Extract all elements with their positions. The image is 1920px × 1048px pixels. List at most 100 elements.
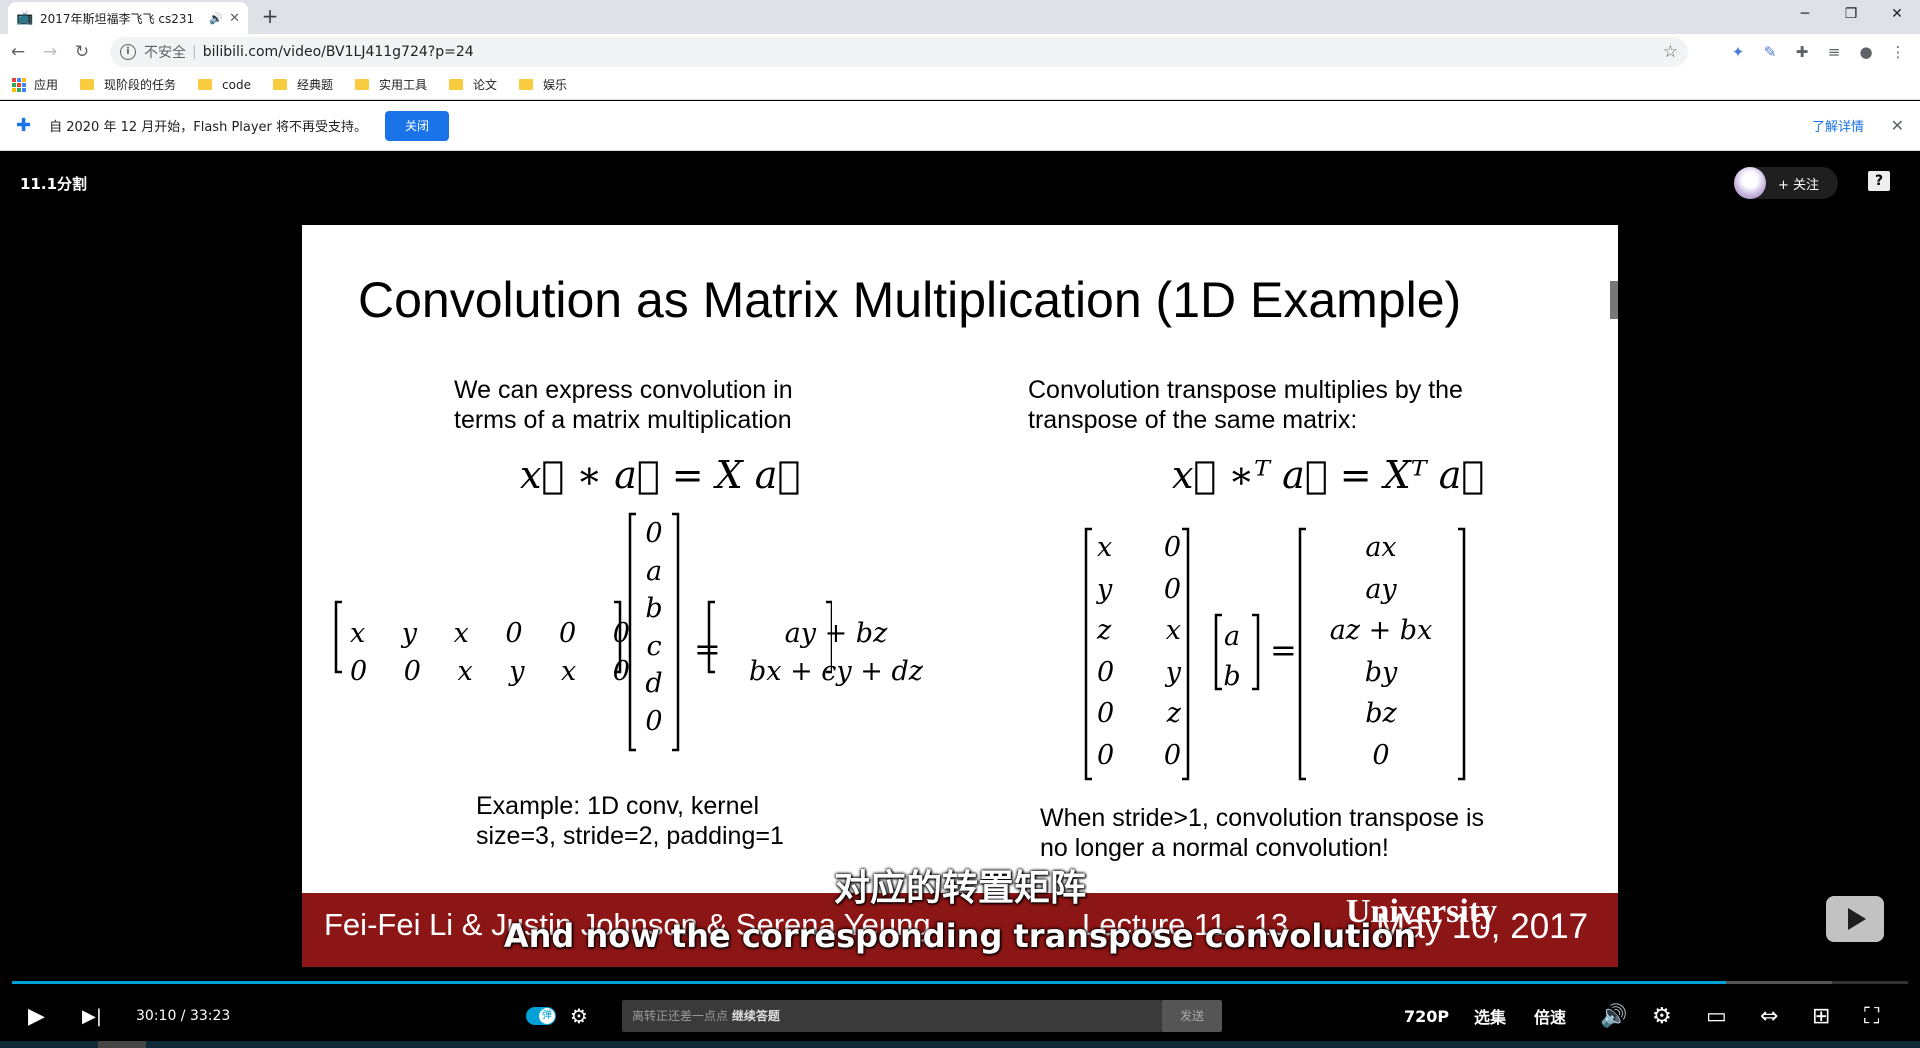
danmaku-input[interactable]: 离转正还差一点点 继续答题 — [622, 1000, 1162, 1032]
right-equation: x⃗ ∗ᵀ a⃗ = Xᵀ a⃗ — [1172, 453, 1485, 497]
bookmarks-bar: 应用 现阶段的任务 code 经典题 实用工具 论文 娱乐 — [0, 70, 1920, 100]
reading-list-icon[interactable]: ≡ — [1818, 43, 1850, 61]
danmaku-toggle[interactable] — [526, 1007, 556, 1025]
infobar-close-button[interactable]: 关闭 — [385, 110, 450, 141]
control-bar: ▶ ▶| 30:10 / 33:23 ⚙ 离转正还差一点点 继续答题 发送 72… — [0, 991, 1920, 1041]
settings-gear-icon[interactable]: ⚙ — [1652, 1004, 1672, 1029]
slide-title: Convolution as Matrix Multiplication (1D… — [358, 272, 1462, 328]
follow-button[interactable]: + 关注 — [1734, 167, 1838, 199]
bookmark-label: 娱乐 — [543, 78, 568, 92]
vector-cell: 0 — [645, 705, 663, 737]
danmaku-send-button[interactable]: 发送 — [1162, 1000, 1222, 1032]
folder-icon — [198, 79, 213, 90]
matrix-row: y0 — [1097, 569, 1181, 611]
minimize-button[interactable]: ─ — [1782, 0, 1828, 30]
matrix-cell: 0 — [505, 618, 523, 649]
video-frame[interactable]: Convolution as Matrix Multiplication (1D… — [302, 225, 1618, 967]
matrix-cell: x — [457, 656, 473, 687]
close-window-button[interactable]: ✕ — [1874, 0, 1920, 30]
right-matrix: x0 y0 zx 0y 0z 00 — [1097, 527, 1181, 776]
matrix-cell: 0 — [1163, 573, 1181, 605]
bookmark-apps[interactable]: 应用 — [12, 76, 58, 93]
matrix-cell: 0 — [559, 618, 577, 649]
speaker-icon[interactable]: 🔊 — [209, 12, 223, 25]
help-icon[interactable]: ? — [1868, 171, 1890, 191]
bookmark-folder[interactable]: 经典题 — [272, 76, 333, 93]
volume-icon[interactable]: 🔊 — [1600, 1004, 1627, 1029]
result-cell: ay — [1365, 573, 1397, 605]
danmaku-hint-action[interactable]: 继续答题 — [732, 1009, 780, 1023]
uploader-avatar[interactable] — [1734, 167, 1766, 199]
bookmark-folder[interactable]: 论文 — [449, 76, 497, 93]
matrix-cell: y — [1165, 656, 1181, 688]
result-cell: 0 — [1372, 739, 1390, 771]
web-fullscreen-icon[interactable]: ⊞ — [1812, 1004, 1830, 1029]
episodes-button[interactable]: 选集 — [1474, 1004, 1506, 1028]
restore-button[interactable]: ❐ — [1828, 0, 1874, 30]
forward-icon[interactable]: → — [36, 38, 64, 66]
right-result: ax ay az + bx by bz 0 — [1306, 527, 1456, 776]
matrix-cell: x — [561, 656, 577, 687]
reload-icon[interactable]: ↻ — [68, 38, 96, 66]
matrix-cell: x — [1165, 615, 1181, 646]
close-tab-icon[interactable]: ✕ — [229, 11, 240, 26]
bookmark-folder[interactable]: 娱乐 — [519, 76, 567, 93]
vector-cell: b — [1223, 661, 1241, 692]
video-player[interactable]: 11.1分割 + 关注 ? Convolution as Matrix Mult… — [0, 151, 1920, 1048]
text-line: size=3, stride=2, padding=1 — [476, 822, 784, 850]
quality-button[interactable]: 720P — [1404, 1007, 1449, 1026]
infobar-dismiss-icon[interactable]: ✕ — [1891, 116, 1904, 135]
new-tab-button[interactable]: + — [258, 5, 282, 29]
bookmark-folder[interactable]: code — [198, 78, 251, 92]
extension-icon-2[interactable]: ✎ — [1754, 43, 1786, 61]
fullscreen-icon[interactable]: ⛶ — [1864, 1004, 1879, 1029]
tab-strip: 📺 2017年斯坦福李飞飞 cs231 🔊 ✕ + ─ ❐ ✕ — [0, 0, 1920, 34]
bookmark-folder[interactable]: 现阶段的任务 — [80, 76, 176, 93]
extension-icon-1[interactable]: ✦ — [1722, 43, 1754, 61]
next-icon[interactable]: ▶| — [82, 1006, 102, 1027]
picture-in-picture-icon[interactable]: ▭ — [1706, 1004, 1727, 1029]
folder-icon — [272, 79, 287, 90]
vector-cell: a — [1223, 621, 1241, 652]
mini-player-icon[interactable] — [1826, 896, 1884, 942]
danmaku-settings-icon[interactable]: ⚙ — [570, 1004, 588, 1028]
url-text[interactable]: bilibili.com/video/BV1LJ411g724?p=24 — [203, 44, 474, 60]
bottom-strip — [0, 1041, 1920, 1048]
text-line: When stride>1, convolution transpose is — [1040, 804, 1484, 832]
vector-cell: b — [645, 593, 663, 624]
extensions-puzzle-icon[interactable]: ✚ — [1786, 43, 1818, 61]
text-line: terms of a matrix multiplication — [454, 406, 792, 434]
matrix-cell: 0 — [1163, 532, 1181, 563]
speed-button[interactable]: 倍速 — [1534, 1004, 1566, 1028]
subtitle-english: And now the corresponding transpose conv… — [503, 917, 1417, 955]
text-line: transpose of the same matrix: — [1028, 406, 1358, 434]
bookmark-label: code — [222, 77, 251, 92]
left-matrix: x y x 0 0 0 0 0 x y x 0 — [350, 615, 630, 691]
text-line: Example: 1D conv, kernel — [476, 792, 759, 820]
progress-bar[interactable] — [12, 981, 1908, 984]
bookmark-folder[interactable]: 实用工具 — [355, 76, 427, 93]
folder-icon — [80, 79, 95, 90]
bookmark-label: 实用工具 — [379, 78, 428, 92]
info-icon[interactable]: i — [120, 44, 136, 60]
address-bar[interactable]: i 不安全 | bilibili.com/video/BV1LJ411g724?… — [110, 37, 1688, 67]
learn-more-link[interactable]: 了解详情 — [1812, 116, 1864, 135]
browser-tab[interactable]: 📺 2017年斯坦福李飞飞 cs231 🔊 ✕ — [8, 2, 248, 34]
folder-icon — [449, 79, 464, 90]
subtitle-chinese: 对应的转置矩阵 — [833, 868, 1086, 909]
profile-avatar-icon[interactable]: ● — [1850, 43, 1882, 61]
bookmark-star-icon[interactable]: ☆ — [1663, 42, 1678, 62]
bottom-strip-thumb — [98, 1041, 146, 1048]
equals-sign: = — [694, 630, 721, 668]
video-title: 11.1分割 — [20, 175, 88, 193]
puzzle-icon: ✚ — [16, 115, 32, 136]
play-icon[interactable]: ▶ — [28, 1004, 45, 1029]
bookmark-label: 现阶段的任务 — [104, 78, 177, 92]
widescreen-icon[interactable]: ⇔ — [1760, 1004, 1778, 1029]
back-icon[interactable]: ← — [4, 38, 32, 66]
equals-sign: = — [1270, 631, 1297, 669]
security-label: 不安全 — [144, 45, 186, 61]
right-vector: a b — [1220, 617, 1244, 697]
current-time: 30:10 — [136, 1008, 177, 1024]
menu-kebab-icon[interactable]: ⋮ — [1882, 43, 1914, 61]
